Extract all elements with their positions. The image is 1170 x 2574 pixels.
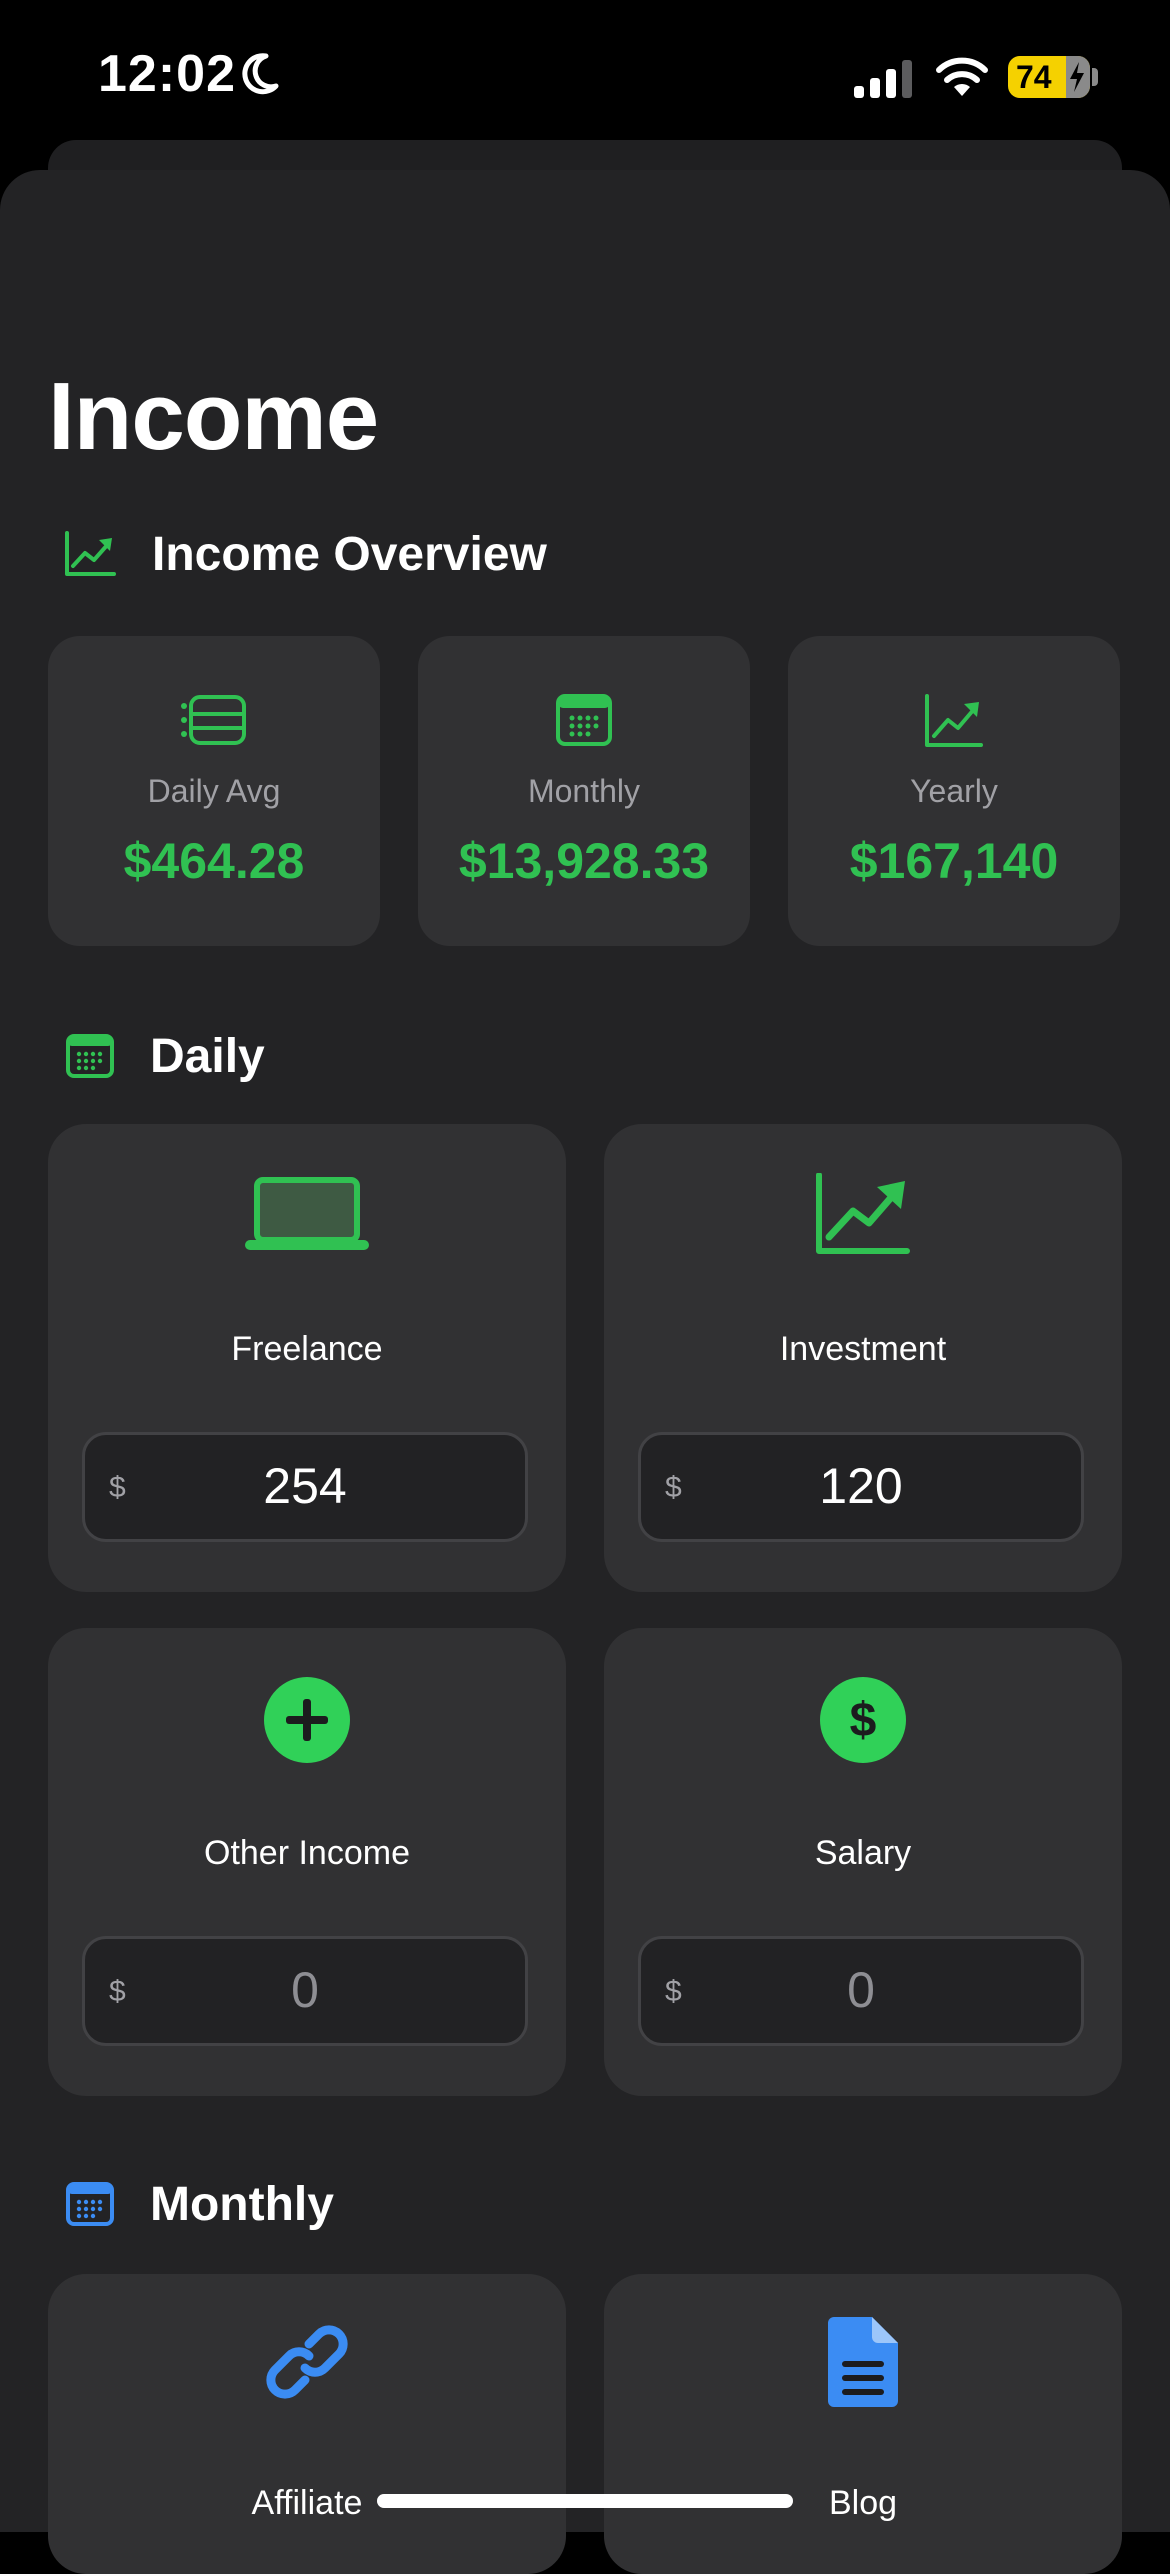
dollar-circle-icon: $ <box>820 1677 906 1763</box>
overview-card-yearly: Yearly $167,140 <box>788 636 1120 946</box>
battery-level: 74 <box>1016 59 1052 95</box>
section-title-overview: Income Overview <box>152 527 547 581</box>
document-icon <box>828 2317 898 2407</box>
overview-value: $464.28 <box>123 833 305 889</box>
overview-card-monthly: Monthly $13,928.33 <box>418 636 750 946</box>
chart-line-icon <box>925 694 983 747</box>
chart-line-icon <box>64 528 116 580</box>
income-name: Freelance <box>231 1330 383 1368</box>
calendar-icon <box>64 1030 116 1082</box>
income-card-affiliate: Affiliate <box>48 2274 566 2574</box>
income-name: Salary <box>814 1834 912 1872</box>
plus-circle-icon <box>264 1677 350 1763</box>
page-title: Income <box>48 363 379 470</box>
overview-label: Yearly <box>910 773 998 809</box>
income-name: Investment <box>779 1330 947 1368</box>
list-icon <box>181 695 246 745</box>
overview-value: $13,928.33 <box>458 833 710 889</box>
amount-input-freelance[interactable]: $ 254 <box>82 1432 528 1542</box>
income-card-investment: Investment $ 120 <box>604 1124 1122 1592</box>
wifi-icon <box>936 57 988 96</box>
income-card-salary: $ Salary $ 0 <box>604 1628 1122 2096</box>
battery-cap <box>1092 68 1098 86</box>
amount-value: 0 <box>847 1962 875 2018</box>
income-card-other: Other Income $ 0 <box>48 1628 566 2096</box>
overview-value: $167,140 <box>849 833 1059 889</box>
section-header-monthly: Monthly <box>64 2174 334 2234</box>
home-indicator[interactable] <box>377 2494 793 2508</box>
amount-value: 254 <box>263 1458 347 1514</box>
battery-icon: 74 <box>1008 56 1090 98</box>
charging-bolt-icon <box>1070 62 1084 92</box>
laptop-icon <box>245 1177 369 1250</box>
amount-value: 0 <box>291 1962 319 2018</box>
status-bar: 12:02 74 <box>0 0 1170 150</box>
link-icon <box>266 2325 348 2399</box>
section-title-daily: Daily <box>150 1029 265 1083</box>
amount-input-investment[interactable]: $ 120 <box>638 1432 1084 1542</box>
income-card-freelance: Freelance $ 254 <box>48 1124 566 1592</box>
section-header-overview: Income Overview <box>64 524 547 584</box>
svg-text:$: $ <box>850 1694 877 1747</box>
section-header-daily: Daily <box>64 1026 265 1086</box>
overview-label: Daily Avg <box>147 773 281 809</box>
moon-icon <box>242 53 279 95</box>
amount-value: 120 <box>819 1458 903 1514</box>
section-title-monthly: Monthly <box>150 2177 334 2231</box>
amount-input-salary[interactable]: $ 0 <box>638 1936 1084 2046</box>
calendar-icon <box>556 694 612 746</box>
calendar-icon <box>64 2178 116 2230</box>
chart-line-icon <box>816 1173 910 1254</box>
status-time: 12:02 <box>98 45 236 103</box>
overview-card-daily-avg: Daily Avg $464.28 <box>48 636 380 946</box>
income-name: Other Income <box>204 1834 410 1872</box>
amount-input-other[interactable]: $ 0 <box>82 1936 528 2046</box>
income-card-blog: Blog <box>604 2274 1122 2574</box>
overview-label: Monthly <box>527 773 641 809</box>
signal-icon <box>854 60 912 98</box>
